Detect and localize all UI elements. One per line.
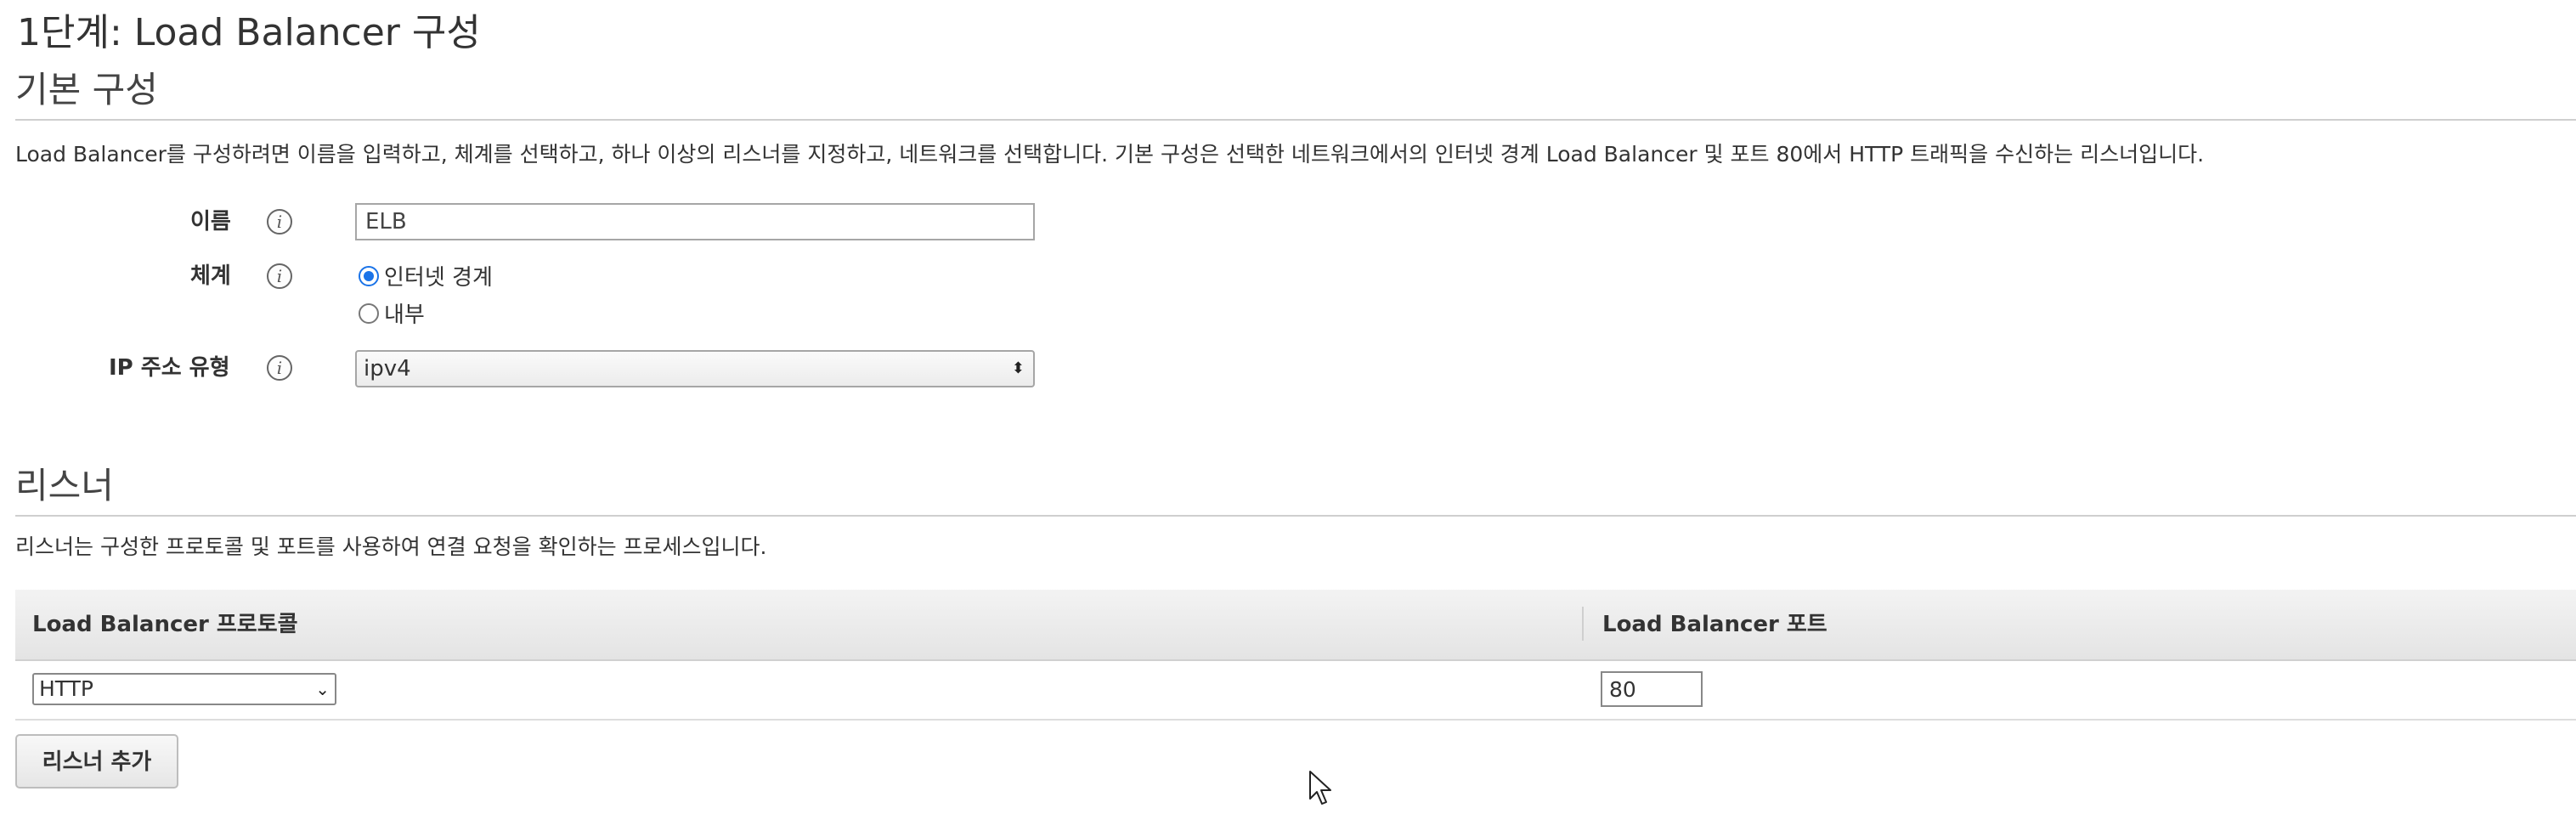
basic-config-title: 기본 구성 [15,69,158,110]
column-divider [1582,607,1584,641]
add-listener-button[interactable]: 리스너 추가 [15,734,178,789]
listeners-description: 리스너는 구성한 프로토콜 및 포트를 사용하여 연결 요청을 확인하는 프로세… [15,534,767,559]
updown-arrows-icon: ⬍ [1011,359,1025,377]
info-icon[interactable]: i [267,263,292,289]
basic-config-description: Load Balancer를 구성하려면 이름을 입력하고, 체계를 선택하고,… [15,142,2205,167]
name-label: 이름 [190,209,231,235]
protocol-value: HTTP [39,676,93,701]
page-title: 1단계: Load Balancer 구성 [17,11,481,54]
scheme-option-internet-facing[interactable]: 인터넷 경계 [359,260,493,291]
ip-type-value: ipv4 [364,356,411,382]
listeners-title: 리스너 [15,465,114,506]
scheme-option-label: 인터넷 경계 [384,265,493,291]
radio-button[interactable] [359,302,379,324]
mouse-pointer-icon [1309,771,1331,805]
listeners-table-header: Load Balancer 프로토콜 Load Balancer 포트 [15,590,2576,661]
table-row: HTTP ⌄ [15,661,2576,721]
column-header-protocol: Load Balancer 프로토콜 [32,612,298,637]
section-divider [15,119,2576,121]
info-icon[interactable]: i [267,355,292,381]
port-input[interactable] [1601,671,1703,707]
info-icon[interactable]: i [267,209,292,235]
scheme-option-internal[interactable]: 내부 [359,297,425,329]
ip-type-select[interactable]: ipv4 ⬍ [355,350,1035,387]
ip-type-label: IP 주소 유형 [109,355,230,381]
protocol-select[interactable]: HTTP ⌄ [32,673,336,705]
section-divider [15,515,2576,517]
chevron-down-icon: ⌄ [315,679,330,699]
name-input[interactable] [355,203,1035,240]
column-header-port: Load Balancer 포트 [1602,612,1827,637]
scheme-option-label: 내부 [384,302,425,328]
page: 1단계: Load Balancer 구성 기본 구성 Load Balance… [0,0,2576,814]
scheme-label: 체계 [190,263,231,289]
radio-button-checked[interactable] [359,265,379,286]
